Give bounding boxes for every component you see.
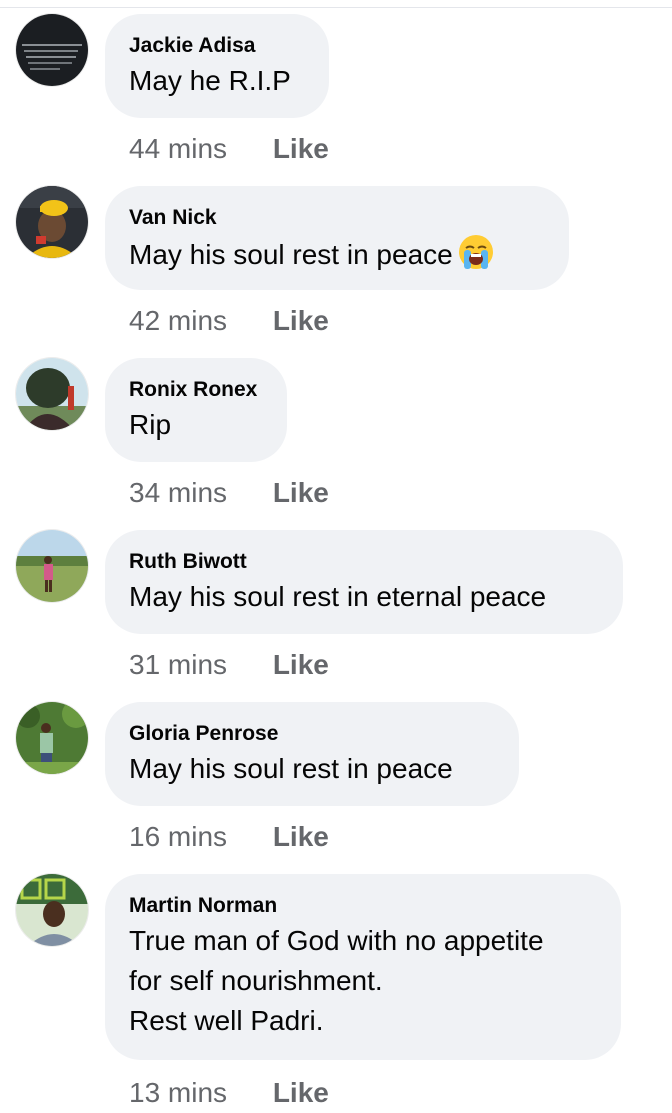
comment-author[interactable]: Gloria Penrose	[129, 721, 495, 747]
comment-text: May he R.I.P	[129, 65, 291, 96]
comment-text-line: Rest well Padri.	[129, 1005, 324, 1036]
comment-bubble[interactable]: Jackie Adisa May he R.I.P	[105, 14, 329, 118]
comment-author[interactable]: Jackie Adisa	[129, 33, 305, 59]
comment-text-line: for self nourishment.	[129, 965, 383, 996]
comment-text: May his soul rest in peace	[129, 753, 453, 784]
comment-bubble[interactable]: Van Nick May his soul rest in peace	[105, 186, 569, 290]
comment-author[interactable]: Martin Norman	[129, 893, 597, 919]
gloria-penrose-avatar[interactable]	[16, 702, 88, 774]
jackie-adisa-avatar[interactable]	[16, 14, 88, 86]
comment-timestamp[interactable]: 44 mins	[129, 132, 227, 166]
comment-bubble[interactable]: Ruth Biwott May his soul rest in eternal…	[105, 530, 623, 634]
comment-text: True man of God with no appetite for sel…	[129, 921, 597, 1041]
like-button[interactable]: Like	[273, 820, 329, 854]
martin-norman-avatar[interactable]	[16, 874, 88, 946]
comment-bubble[interactable]: Martin Norman True man of God with no ap…	[105, 874, 621, 1060]
loudly-crying-face-emoji-icon	[457, 233, 495, 271]
ruth-biwott-avatar[interactable]	[16, 530, 88, 602]
like-button[interactable]: Like	[273, 1076, 329, 1110]
comment-timestamp[interactable]: 31 mins	[129, 648, 227, 682]
comment-text: May his soul rest in eternal peace	[129, 581, 547, 612]
comment-author[interactable]: Ronix Ronex	[129, 377, 263, 403]
like-button[interactable]: Like	[273, 304, 329, 338]
comment-author[interactable]: Van Nick	[129, 205, 545, 231]
ronix-ronex-avatar[interactable]	[16, 358, 88, 430]
comment-bubble[interactable]: Gloria Penrose May his soul rest in peac…	[105, 702, 519, 806]
comment-timestamp[interactable]: 34 mins	[129, 476, 227, 510]
comment-author[interactable]: Ruth Biwott	[129, 549, 599, 575]
comment-meta: 31 mins Like	[129, 648, 329, 682]
comment-text-content: May his soul rest in peace	[129, 239, 453, 270]
comment-text-line: True man of God with no appetite	[129, 925, 544, 956]
comment-timestamp[interactable]: 16 mins	[129, 820, 227, 854]
comment-meta: 34 mins Like	[129, 476, 329, 510]
comment-meta: 44 mins Like	[129, 132, 329, 166]
comment-meta: 13 mins Like	[129, 1076, 329, 1110]
comment-timestamp[interactable]: 13 mins	[129, 1076, 227, 1110]
like-button[interactable]: Like	[273, 476, 329, 510]
comment-text: Rip	[129, 409, 172, 440]
comment-meta: 42 mins Like	[129, 304, 329, 338]
comment-bubble[interactable]: Ronix Ronex Rip	[105, 358, 287, 462]
comment-meta: 16 mins Like	[129, 820, 329, 854]
comment-timestamp[interactable]: 42 mins	[129, 304, 227, 338]
like-button[interactable]: Like	[273, 648, 329, 682]
van-nick-avatar[interactable]	[16, 186, 88, 258]
top-divider	[0, 0, 672, 8]
comment-text: May his soul rest in peace	[129, 233, 545, 275]
like-button[interactable]: Like	[273, 132, 329, 166]
